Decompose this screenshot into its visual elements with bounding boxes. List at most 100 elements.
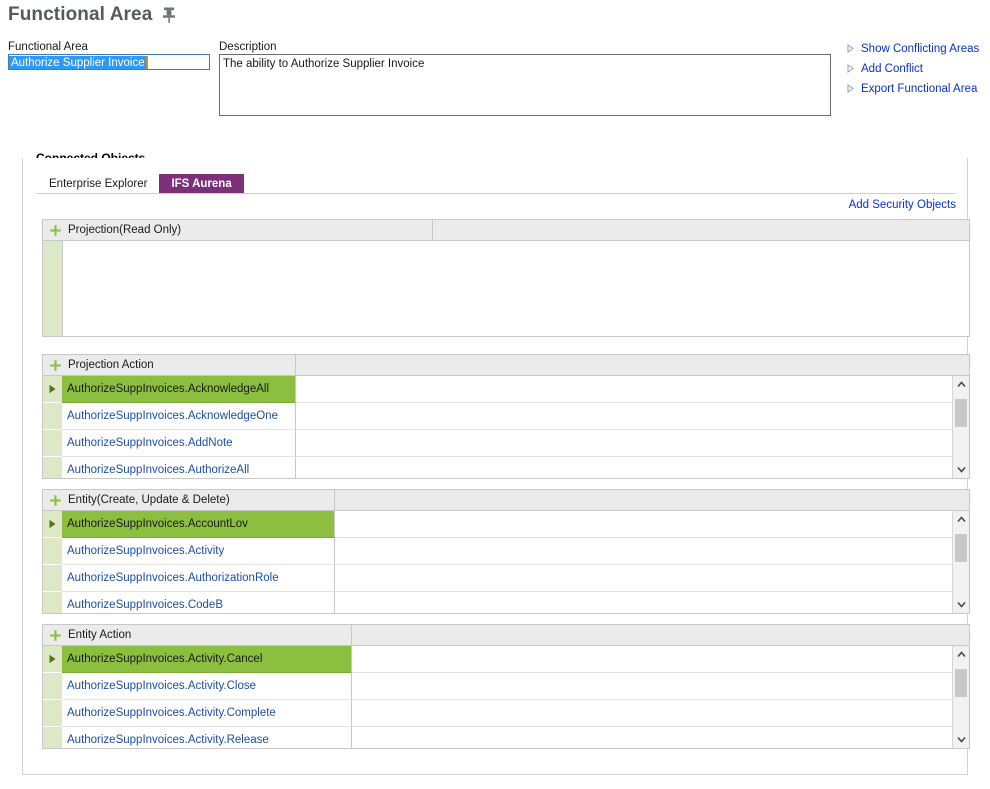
table-cell[interactable]: AuthorizeSuppInvoices.Activity.Cancel <box>62 646 352 673</box>
table-row[interactable]: AuthorizeSuppInvoices.Activity.Complete <box>43 700 969 727</box>
row-gutter[interactable] <box>43 592 62 613</box>
functional-area-input-value: Authorize Supplier Invoice <box>9 56 148 69</box>
table-row[interactable]: AuthorizeSuppInvoices.AccountLov <box>43 511 969 538</box>
scroll-thumb[interactable] <box>955 669 967 697</box>
table-row[interactable]: AuthorizeSuppInvoices.AuthorizationRole <box>43 565 969 592</box>
scroll-track[interactable] <box>953 663 969 731</box>
row-gutter[interactable] <box>43 430 62 457</box>
row-gutter[interactable] <box>43 376 62 403</box>
functional-area-input[interactable]: Authorize Supplier Invoice <box>8 54 210 70</box>
cell-link[interactable]: AuthorizeSuppInvoices.Activity.Complete <box>67 707 276 719</box>
cell-link[interactable]: AuthorizeSuppInvoices.Activity.Release <box>67 734 269 746</box>
row-gutter[interactable] <box>43 727 62 748</box>
cell-text: AuthorizeSuppInvoices.AcknowledgeAll <box>67 383 270 395</box>
table-cell[interactable]: AuthorizeSuppInvoices.AccountLov <box>62 511 335 538</box>
row-rest <box>352 727 969 748</box>
table-row[interactable]: AuthorizeSuppInvoices.CodeB <box>43 592 969 613</box>
grid-header-main-col: Entity Action <box>43 625 352 645</box>
row-gutter[interactable] <box>43 403 62 430</box>
side-link-row[interactable]: Show Conflicting Areas <box>846 40 986 57</box>
scroll-track[interactable] <box>953 528 969 596</box>
table-cell[interactable]: AuthorizeSuppInvoices.AddNote <box>62 430 296 457</box>
page-header: Functional Area <box>8 4 176 26</box>
row-rest <box>296 430 969 457</box>
table-row[interactable]: AuthorizeSuppInvoices.Activity.Release <box>43 727 969 748</box>
row-rest <box>335 565 969 592</box>
row-gutter[interactable] <box>43 565 62 592</box>
scroll-up-button[interactable] <box>953 376 969 393</box>
table-row[interactable]: AuthorizeSuppInvoices.Activity <box>43 538 969 565</box>
table-cell[interactable]: AuthorizeSuppInvoices.Activity.Complete <box>62 700 352 727</box>
vertical-scrollbar[interactable] <box>952 646 969 748</box>
cell-link[interactable]: AuthorizeSuppInvoices.AuthorizeAll <box>67 464 249 476</box>
scroll-up-button[interactable] <box>953 646 969 663</box>
row-gutter[interactable] <box>43 700 62 727</box>
scroll-down-button[interactable] <box>953 596 969 613</box>
scroll-thumb[interactable] <box>955 399 967 427</box>
table-cell[interactable]: AuthorizeSuppInvoices.AuthorizationRole <box>62 565 335 592</box>
table-cell[interactable]: AuthorizeSuppInvoices.AcknowledgeOne <box>62 403 296 430</box>
description-textarea[interactable]: The ability to Authorize Supplier Invoic… <box>219 54 831 116</box>
table-cell[interactable]: AuthorizeSuppInvoices.Activity.Close <box>62 673 352 700</box>
triangle-right-icon <box>846 44 855 53</box>
tabstrip: Enterprise Explorer IFS Aurena <box>37 174 244 193</box>
scroll-down-button[interactable] <box>953 731 969 748</box>
plus-icon[interactable] <box>43 359 68 372</box>
table-row[interactable]: AuthorizeSuppInvoices.AcknowledgeAll <box>43 376 969 403</box>
cell-link[interactable]: AuthorizeSuppInvoices.Activity <box>67 545 224 557</box>
table-cell[interactable]: AuthorizeSuppInvoices.AcknowledgeAll <box>62 376 296 403</box>
grid-panel-projection: Projection(Read Only) <box>42 219 970 337</box>
table-row[interactable]: AuthorizeSuppInvoices.Activity.Close <box>43 673 969 700</box>
scroll-down-button[interactable] <box>953 461 969 478</box>
scroll-track[interactable] <box>953 393 969 461</box>
export-functional-area-link[interactable]: Export Functional Area <box>861 83 977 95</box>
side-link-row[interactable]: Export Functional Area <box>846 80 986 97</box>
cell-link[interactable]: AuthorizeSuppInvoices.Activity.Close <box>67 680 256 692</box>
add-conflict-link[interactable]: Add Conflict <box>861 63 923 75</box>
scroll-up-button[interactable] <box>953 511 969 528</box>
table-cell[interactable]: AuthorizeSuppInvoices.Activity <box>62 538 335 565</box>
side-link-row[interactable]: Add Conflict <box>846 60 986 77</box>
table-row[interactable]: AuthorizeSuppInvoices.AddNote <box>43 430 969 457</box>
table-row[interactable]: AuthorizeSuppInvoices.Activity.Cancel <box>43 646 969 673</box>
plus-icon[interactable] <box>43 494 68 507</box>
table-row[interactable]: AuthorizeSuppInvoices.AuthorizeAll <box>43 457 969 478</box>
grid-header-rest-col <box>296 355 969 375</box>
row-gutter[interactable] <box>43 673 62 700</box>
cell-link[interactable]: AuthorizeSuppInvoices.CodeB <box>67 599 223 611</box>
cell-link[interactable]: AuthorizeSuppInvoices.AuthorizationRole <box>67 572 279 584</box>
table-cell[interactable]: AuthorizeSuppInvoices.AuthorizeAll <box>62 457 296 478</box>
plus-icon[interactable] <box>43 224 68 237</box>
row-gutter[interactable] <box>43 511 62 538</box>
row-gutter[interactable] <box>43 457 62 478</box>
grid-empty-row <box>43 241 969 336</box>
table-row[interactable]: AuthorizeSuppInvoices.AcknowledgeOne <box>43 403 969 430</box>
grid-header-title: Entity Action <box>68 629 132 641</box>
row-rest <box>352 673 969 700</box>
grid-header-main-col: Projection(Read Only) <box>43 220 433 240</box>
pushpin-icon[interactable] <box>162 6 176 24</box>
table-cell[interactable]: AuthorizeSuppInvoices.CodeB <box>62 592 335 613</box>
show-conflicting-areas-link[interactable]: Show Conflicting Areas <box>861 43 979 55</box>
vertical-scrollbar[interactable] <box>952 511 969 613</box>
tab-enterprise-explorer[interactable]: Enterprise Explorer <box>37 174 160 193</box>
row-gutter[interactable] <box>43 646 62 673</box>
cell-link[interactable]: AuthorizeSuppInvoices.AcknowledgeOne <box>67 410 278 422</box>
grid-header: Projection(Read Only) <box>43 220 969 241</box>
grid-header: Entity Action <box>43 625 969 646</box>
table-cell[interactable]: AuthorizeSuppInvoices.Activity.Release <box>62 727 352 748</box>
cell-link[interactable]: AuthorizeSuppInvoices.AddNote <box>67 437 233 449</box>
row-gutter[interactable] <box>43 538 62 565</box>
plus-icon[interactable] <box>43 629 68 642</box>
row-rest <box>296 376 969 403</box>
triangle-right-icon <box>846 64 855 73</box>
row-rest <box>335 592 969 613</box>
grid-header-title: Entity(Create, Update & Delete) <box>68 494 230 506</box>
row-selected-arrow-icon <box>49 384 56 394</box>
tab-ifs-aurena[interactable]: IFS Aurena <box>159 174 244 193</box>
add-security-objects-link[interactable]: Add Security Objects <box>849 199 956 211</box>
vertical-scrollbar[interactable] <box>952 376 969 478</box>
scroll-thumb[interactable] <box>955 534 967 562</box>
row-rest <box>335 511 969 538</box>
grid-header-main-col: Entity(Create, Update & Delete) <box>43 490 335 510</box>
